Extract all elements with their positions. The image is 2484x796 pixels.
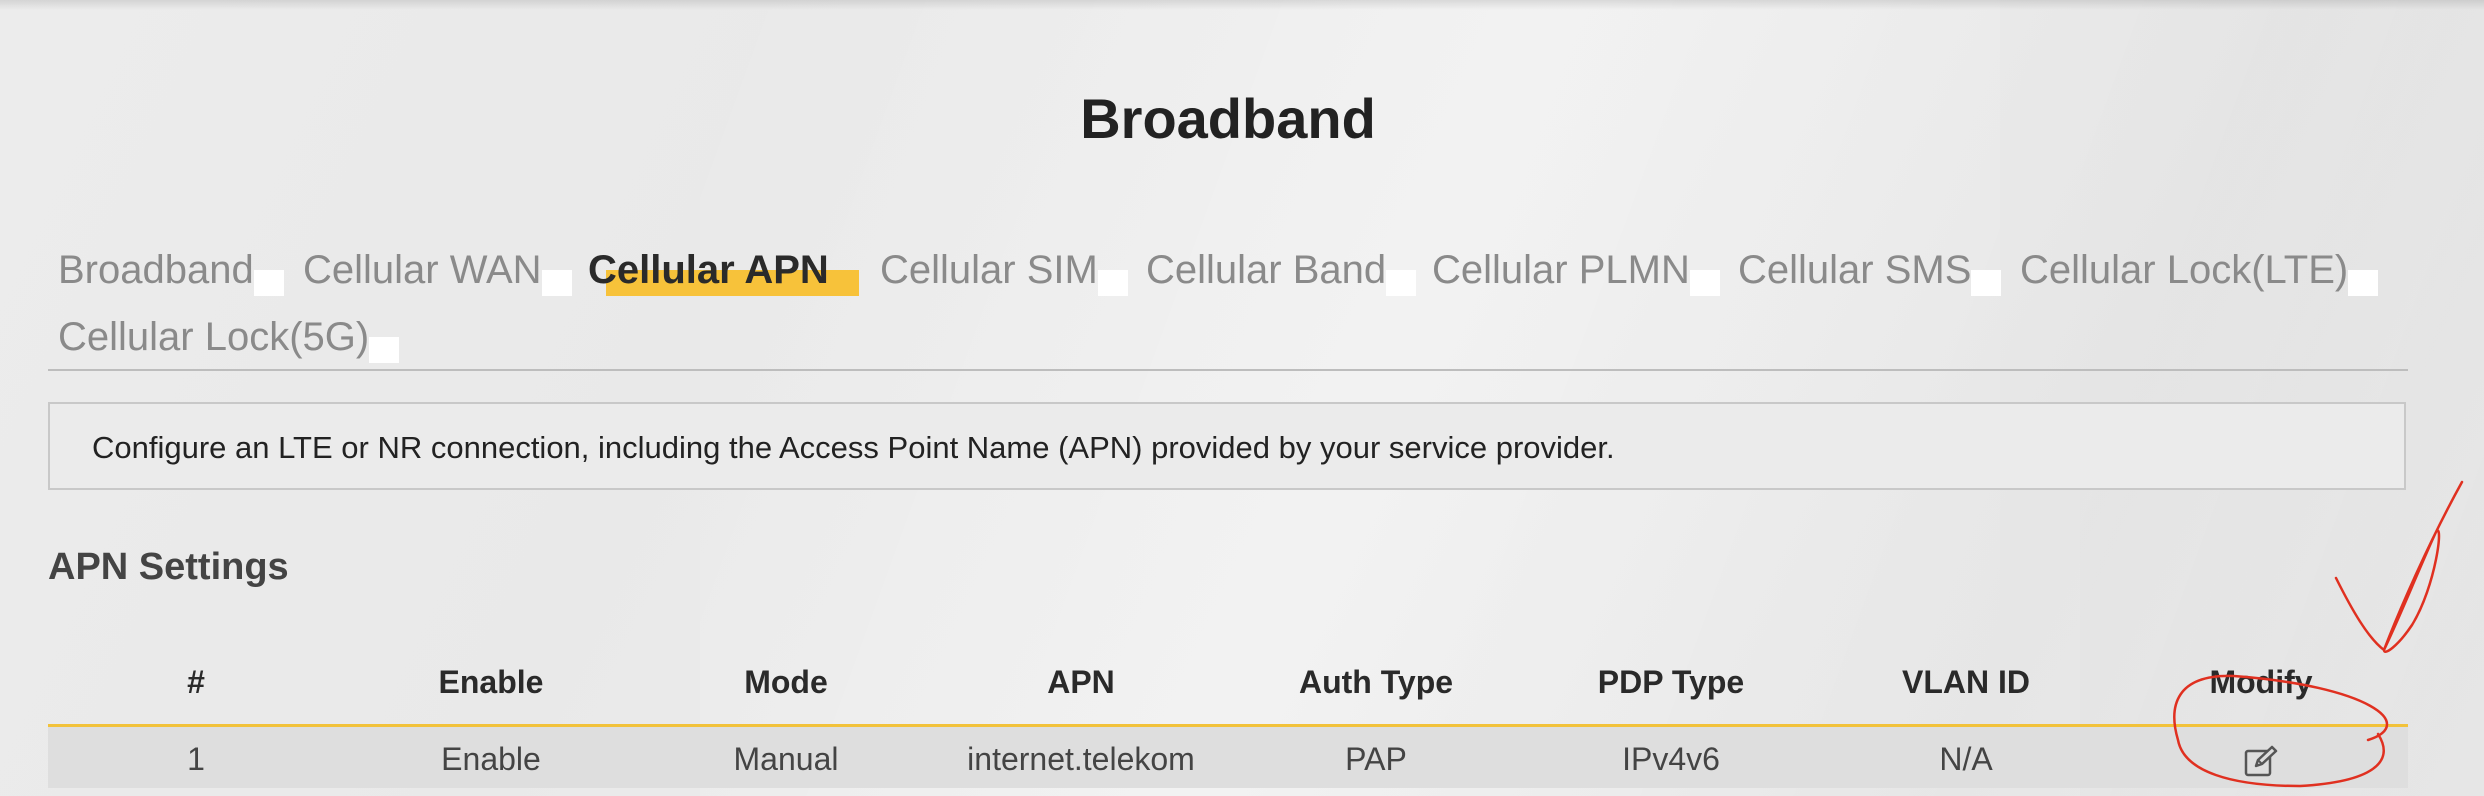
tab-marker xyxy=(2348,270,2379,296)
tab-divider xyxy=(48,369,2408,371)
tab-label: Cellular WAN xyxy=(303,248,542,292)
tab-label: Cellular Lock(5G) xyxy=(58,315,370,359)
page-title: Broadband xyxy=(1080,87,1376,150)
column-header: Auth Type xyxy=(1298,664,1454,700)
column-header: PDP Type xyxy=(1597,664,1745,700)
tab-cellular-sim[interactable]: Cellular SIM xyxy=(880,248,1128,296)
column-header: VLAN ID xyxy=(1902,664,2030,700)
cell-mode: Manual xyxy=(733,741,839,777)
cell-enable: Enable xyxy=(441,741,541,777)
tab-label: Cellular SMS xyxy=(1738,248,1972,292)
tab-marker xyxy=(1386,270,1417,296)
tab-cellular-apn[interactable]: Cellular APN xyxy=(588,248,859,296)
tab-broadband[interactable]: Broadband xyxy=(58,248,284,296)
tab-label: Cellular Band xyxy=(1146,248,1387,292)
cell-vlan-id: N/A xyxy=(1939,741,1993,777)
tab-cellular-lock-lte[interactable]: Cellular Lock(LTE) xyxy=(2020,248,2379,296)
tab-marker xyxy=(1097,270,1128,296)
cell-apn: internet.telekom xyxy=(967,741,1195,777)
cell-pdp-type: IPv4v6 xyxy=(1622,741,1720,777)
tab-label: Broadband xyxy=(58,248,254,292)
column-header: Mode xyxy=(744,664,828,700)
tab-cellular-band[interactable]: Cellular Band xyxy=(1146,248,1417,296)
tab-marker xyxy=(1971,270,2002,296)
tab-marker xyxy=(541,270,572,296)
column-header: Modify xyxy=(2209,664,2313,700)
tab-label: Cellular SIM xyxy=(880,248,1098,292)
tab-label: Cellular Lock(LTE) xyxy=(2020,248,2349,292)
tab-label: Cellular PLMN xyxy=(1432,248,1690,292)
tab-label: Cellular APN xyxy=(588,248,829,292)
cell-index: 1 xyxy=(187,741,205,777)
tab-cellular-sms[interactable]: Cellular SMS xyxy=(1738,248,2002,296)
tab-cellular-wan[interactable]: Cellular WAN xyxy=(303,248,572,296)
tab-marker xyxy=(369,337,400,363)
table-row: 1 Enable Manual internet.telekom PAP IPv… xyxy=(48,727,2408,788)
section-title: APN Settings xyxy=(48,546,289,588)
column-header: Enable xyxy=(438,664,544,700)
header-shadow xyxy=(0,0,2484,10)
edit-icon[interactable] xyxy=(2244,745,2278,777)
tab-cellular-lock-5g[interactable]: Cellular Lock(5G) xyxy=(58,315,400,363)
column-header: # xyxy=(187,664,205,700)
info-text: Configure an LTE or NR connection, inclu… xyxy=(92,430,1615,465)
cell-auth-type: PAP xyxy=(1345,741,1407,777)
info-box: Configure an LTE or NR connection, inclu… xyxy=(48,402,2406,490)
tab-marker xyxy=(1689,270,1720,296)
column-header: APN xyxy=(1047,664,1115,700)
tab-cellular-plmn[interactable]: Cellular PLMN xyxy=(1432,248,1720,296)
tab-marker xyxy=(253,270,284,296)
